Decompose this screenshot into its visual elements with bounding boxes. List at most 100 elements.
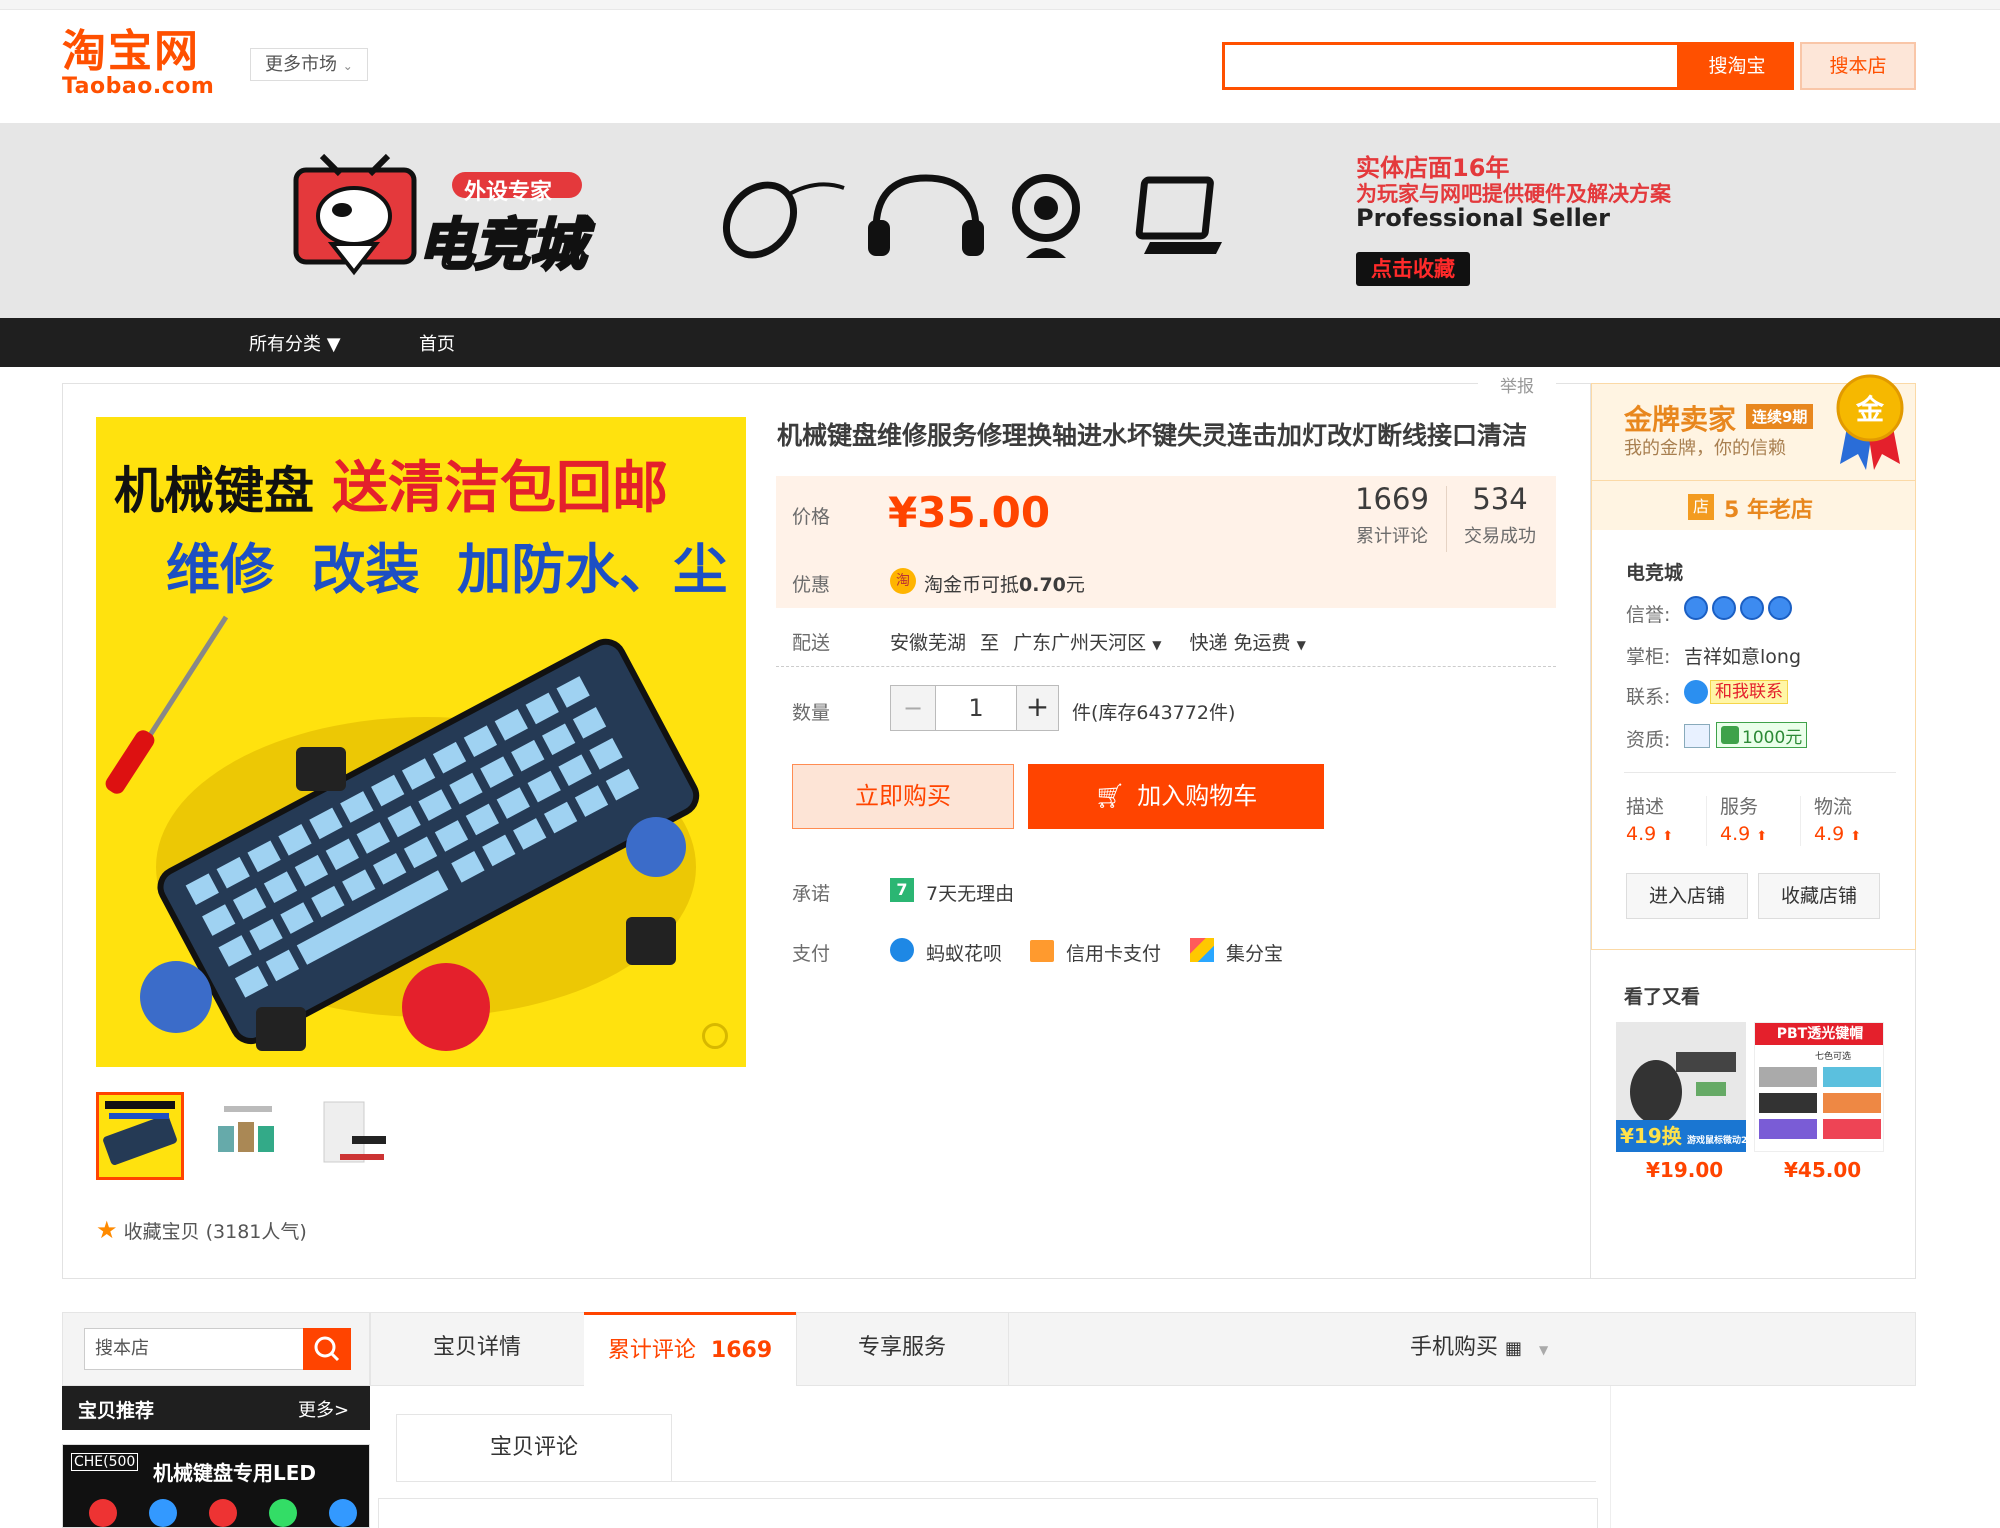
- nav-home[interactable]: 首页: [419, 330, 455, 356]
- delivery-to-word: 至: [980, 632, 1000, 654]
- qr-code-icon: ▦: [1505, 1338, 1523, 1359]
- search-icon: [314, 1336, 340, 1362]
- promo-amount: 0.70: [1019, 574, 1066, 596]
- promise-text[interactable]: 7天无理由: [926, 879, 1014, 906]
- score-logistics-value: 4.9 ⬆: [1814, 823, 1862, 845]
- thumbnail-1[interactable]: [96, 1092, 184, 1180]
- buy-now-button[interactable]: 立即购买: [792, 764, 1014, 829]
- pay-jifenbao: 集分宝: [1226, 943, 1284, 965]
- zoom-icon[interactable]: [702, 1023, 728, 1049]
- qty-increment-button[interactable]: +: [1016, 685, 1059, 731]
- promo-unit: 元: [1065, 574, 1085, 596]
- pay-credit-card: 信用卡支付: [1066, 943, 1162, 965]
- score-divider: [1624, 772, 1896, 773]
- caret-down-icon: ▼: [1152, 638, 1162, 652]
- arrow-up-icon: ⬆: [1850, 829, 1862, 844]
- keycaps-icon: [1759, 1067, 1881, 1139]
- pay-label: 支付: [792, 943, 831, 965]
- qty-decrement-button[interactable]: −: [890, 685, 936, 731]
- also-viewed-item-2[interactable]: PBT透光键帽 七色可选: [1754, 1022, 1884, 1152]
- gold-card-divider: [1592, 480, 1915, 481]
- deposit-badge[interactable]: 1000元: [1716, 722, 1808, 748]
- also-viewed-item-1[interactable]: ¥19换 游戏鼠标微动2只 全新单击1次: [1616, 1022, 1746, 1152]
- logo-cn: 淘宝网: [62, 26, 200, 77]
- gold-seller-sub: 我的金牌，你的信赖: [1624, 438, 1786, 459]
- also-viewed-banner-1: ¥19换 游戏鼠标微动2只 全新单击1次: [1616, 1120, 1746, 1152]
- product-main-image[interactable]: 机械键盘 送清洁包回邮 维修 改装 加防水、尘: [96, 417, 746, 1067]
- owner-name[interactable]: 吉祥如意long: [1684, 642, 1801, 669]
- gold-seller-badge: 连续9期: [1746, 404, 1814, 429]
- gold-medal-icon: 金: [1834, 372, 1906, 472]
- score-divider-1: [1706, 796, 1707, 846]
- delivery-info: 安徽芜湖 至 广东广州天河区 ▼ 快递 免运费 ▼: [890, 628, 1306, 655]
- sales-count: 534: [1472, 482, 1528, 516]
- webcam-icon: [1012, 174, 1080, 258]
- score-service-label: 服务: [1720, 796, 1759, 818]
- caret-down-icon: ▼: [1296, 638, 1306, 652]
- score-service: 服务 4.9 ⬆: [1720, 792, 1800, 845]
- tab-item-details[interactable]: 宝贝详情: [370, 1312, 584, 1386]
- stat-divider: [1446, 486, 1447, 552]
- top-strip: [0, 0, 2000, 10]
- delivery-to-select[interactable]: 广东广州天河区 ▼: [1013, 632, 1161, 654]
- delivery-divider: [776, 666, 1556, 667]
- also-viewed-banner-2: PBT透光键帽: [1755, 1023, 1883, 1045]
- shop-name[interactable]: 电竞城: [1626, 558, 1683, 585]
- also-viewed-title: 看了又看: [1624, 986, 1701, 1008]
- credit-crowns-icon[interactable]: [1684, 596, 1792, 622]
- tab-reviews[interactable]: 累计评论 1669: [584, 1312, 796, 1388]
- favorite-item[interactable]: ★ 收藏宝贝 (3181人气): [96, 1216, 307, 1244]
- search-taobao-button[interactable]: 搜淘宝: [1680, 42, 1794, 90]
- also-viewed-price-1: ¥19.00: [1646, 1158, 1724, 1182]
- mobile-buy-link[interactable]: 手机购买 ▦ ▼: [1410, 1312, 1590, 1386]
- huabei-icon: [890, 938, 914, 962]
- favorite-shop-banner-button[interactable]: 点击收藏: [1356, 252, 1470, 286]
- recommend-more-link[interactable]: 更多>: [298, 1396, 349, 1422]
- search-shop-button[interactable]: 搜本店: [1800, 42, 1916, 90]
- nav-all-categories[interactable]: 所有分类 ▼: [249, 330, 341, 356]
- score-logistics-label: 物流: [1814, 796, 1853, 818]
- promo-text: 淘金币可抵0.70元: [924, 570, 1085, 597]
- qty-input[interactable]: 1: [936, 685, 1016, 731]
- save-shop-button[interactable]: 收藏店铺: [1758, 873, 1880, 919]
- shop-search-input[interactable]: 搜本店: [84, 1328, 304, 1370]
- tab-services[interactable]: 专享服务: [796, 1312, 1008, 1386]
- taobao-logo[interactable]: 淘宝网 Taobao.com: [62, 28, 222, 100]
- review-label[interactable]: 累计评论: [1350, 522, 1434, 548]
- deposit-icon: [1721, 726, 1739, 744]
- report-link[interactable]: 举报: [1478, 372, 1556, 397]
- shop-age: 5 年老店: [1724, 498, 1813, 523]
- id-card-icon[interactable]: [1684, 724, 1710, 748]
- contact-label: 联系:: [1626, 686, 1671, 708]
- score-logistics: 物流 4.9 ⬆: [1814, 792, 1894, 845]
- review-sub-tab[interactable]: 宝贝评论: [396, 1414, 672, 1482]
- image-text-line1b: 送清洁包回邮: [332, 456, 668, 521]
- cart-icon: 🛒︎: [1094, 782, 1126, 810]
- detail-right-column: [1610, 1386, 1916, 1528]
- thumbnail-parts-icon: [218, 1106, 274, 1152]
- delivery-method-select[interactable]: 快递 免运费 ▼: [1189, 632, 1305, 654]
- slogan-professional: Professional Seller: [1356, 204, 1610, 232]
- review-count[interactable]: 1669: [1350, 482, 1434, 516]
- review-tab-underline: [396, 1481, 1596, 1482]
- thumbnail-2[interactable]: [204, 1092, 292, 1180]
- search-input[interactable]: [1222, 42, 1680, 90]
- logo-en: Taobao.com: [62, 74, 215, 99]
- seven-day-icon: 7: [890, 878, 914, 902]
- more-market-dropdown[interactable]: 更多市场 ⌄: [250, 48, 368, 81]
- shop-search-button[interactable]: [303, 1328, 351, 1370]
- also-viewed-banner-2-sub: 七色可选: [1815, 1052, 1852, 1062]
- recommend-item-image[interactable]: CHE(500 机械键盘专用LED: [62, 1444, 370, 1528]
- delivery-method: 快递 免运费: [1189, 632, 1291, 654]
- computer-icon: [1135, 176, 1222, 254]
- review-filter-bar: [378, 1498, 1598, 1528]
- medal-text: 金: [1856, 393, 1885, 426]
- promise-label: 承诺: [792, 883, 831, 905]
- enter-shop-button[interactable]: 进入店铺: [1626, 873, 1748, 919]
- score-divider-2: [1800, 796, 1801, 846]
- add-to-cart-button[interactable]: 🛒︎ 加入购物车: [1028, 764, 1324, 829]
- contact-button[interactable]: 和我联系: [1710, 680, 1788, 704]
- thumbnail-3[interactable]: [312, 1092, 400, 1180]
- gold-seller-title: 金牌卖家: [1624, 403, 1737, 436]
- keyboard-illustration: [105, 615, 700, 1051]
